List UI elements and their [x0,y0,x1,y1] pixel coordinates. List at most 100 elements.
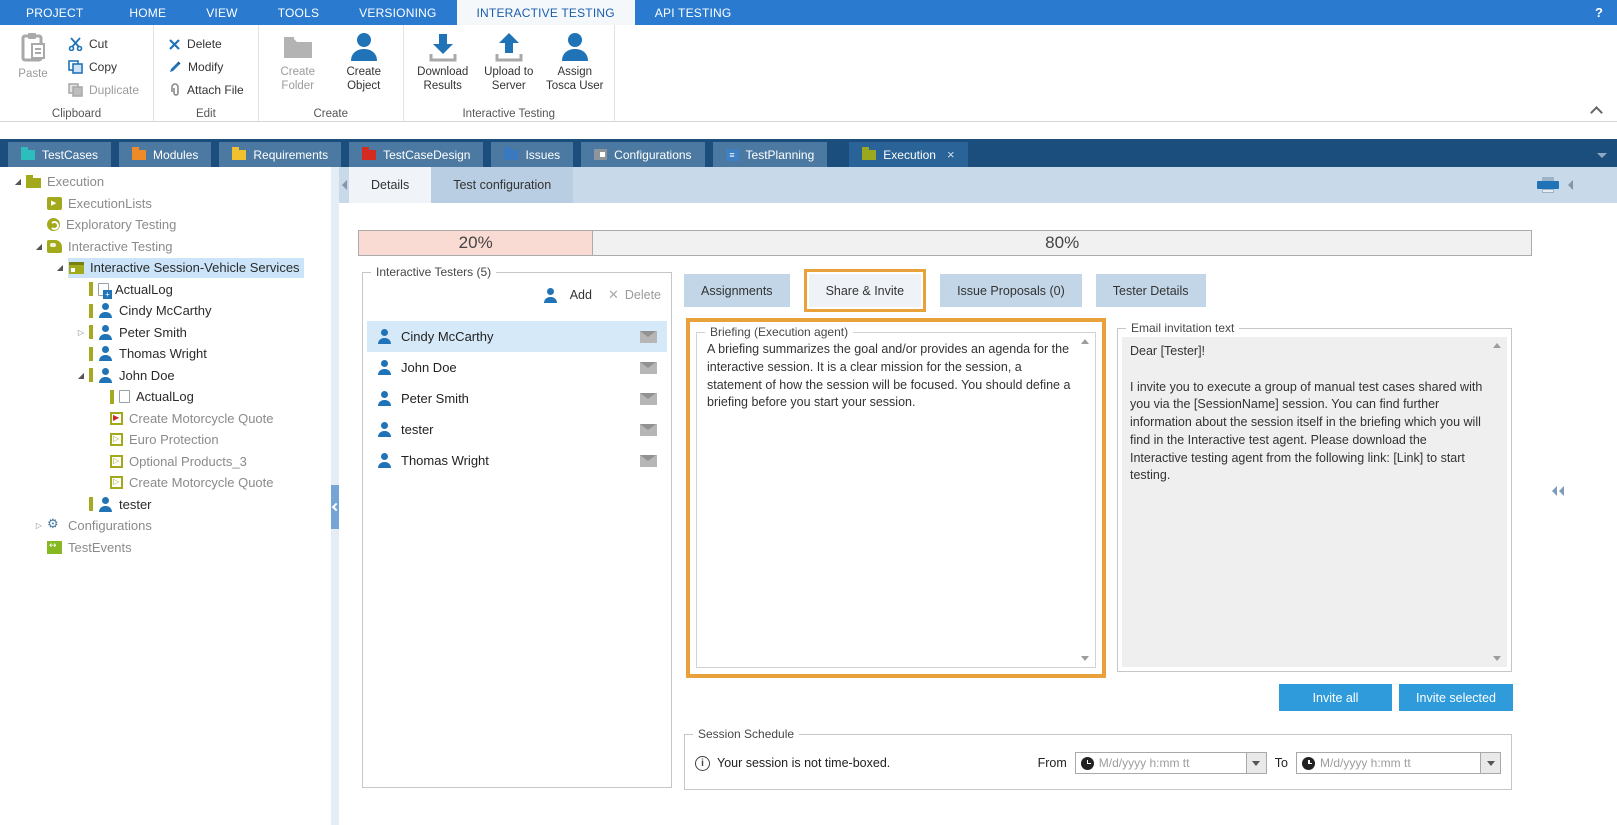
tab-share-invite[interactable]: Share & Invite [808,274,922,307]
tree-item-exploratory-testing[interactable]: Exploratory Testing [0,214,331,236]
panel-collapse-icon[interactable] [1568,180,1573,190]
collapse-panel-icon[interactable] [339,167,349,203]
mail-icon[interactable] [640,423,657,436]
mail-icon[interactable] [640,392,657,405]
copy-button[interactable]: Copy [64,57,143,77]
menu-project[interactable]: PROJECT [0,0,109,25]
tree-item-actuallog-john[interactable]: ActualLog [0,386,331,408]
expander-icon[interactable] [73,371,89,380]
add-tester-button[interactable]: Add [543,287,592,303]
assign-tosca-user-button[interactable]: Assign Tosca User [546,30,604,105]
menu-view[interactable]: VIEW [186,0,257,25]
expander-icon[interactable] [31,521,47,530]
modify-button[interactable]: Modify [164,57,248,77]
dropdown-icon[interactable] [1245,753,1266,773]
tree-item-create-motorcycle-quote-2[interactable]: Create Motorcycle Quote [0,472,331,494]
menu-versioning[interactable]: VERSIONING [339,0,456,25]
tree-item-create-motorcycle-quote-1[interactable]: Create Motorcycle Quote [0,408,331,430]
tree-item-peter-smith[interactable]: Peter Smith [0,322,331,344]
paste-button[interactable]: Paste [10,30,56,105]
collapse-ribbon-icon[interactable] [1591,107,1603,115]
tree-item-executionlists[interactable]: ExecutionLists [0,193,331,215]
tester-row-john-doe[interactable]: John Doe [367,352,667,383]
to-datetime-picker[interactable]: M/d/yyyy h:mm tt [1296,752,1501,774]
tree-item-configurations[interactable]: Configurations [0,515,331,537]
delete-button[interactable]: Delete [164,34,248,54]
scroll-up-icon[interactable] [1493,343,1501,348]
tree-item-interactive-session[interactable]: Interactive Session-Vehicle Services [0,257,331,279]
workspace-tab-testplanning[interactable]: TestPlanning [712,142,828,167]
email-textarea[interactable]: Dear [Tester]! I invite you to execute a… [1122,337,1507,667]
print-icon[interactable] [1537,177,1559,193]
tab-issue-proposals[interactable]: Issue Proposals (0) [940,274,1082,307]
download-results-button[interactable]: Download Results [414,30,472,105]
tree-item-interactive-testing[interactable]: Interactive Testing [0,236,331,258]
tab-test-configuration[interactable]: Test configuration [431,167,574,203]
create-object-button[interactable]: Create Object [335,30,393,105]
tree-item-actuallog[interactable]: ActualLog [0,279,331,301]
log-icon [98,282,112,299]
dropdown-icon[interactable] [1480,753,1500,773]
scroll-down-icon[interactable] [1081,656,1089,661]
menu-tools[interactable]: TOOLS [258,0,339,25]
person-icon [98,324,113,340]
expander-icon[interactable] [10,177,26,186]
tree-item-testevents[interactable]: TestEvents [0,537,331,559]
scroll-up-icon[interactable] [1081,339,1089,344]
from-datetime-picker[interactable]: M/d/yyyy h:mm tt [1074,752,1267,774]
tree-item-euro-protection[interactable]: Euro Protection [0,429,331,451]
tester-row-cindy-mccarthy[interactable]: Cindy McCarthy [367,321,667,352]
close-tab-icon[interactable]: × [947,147,955,162]
tester-row-tester[interactable]: tester [367,414,667,445]
tab-overflow-icon[interactable] [1597,153,1607,158]
tree-item-optional-products[interactable]: Optional Products_3 [0,451,331,473]
x-icon: ✕ [607,287,619,302]
scroll-down-icon[interactable] [1493,656,1501,661]
tree-item-john-doe[interactable]: John Doe [0,365,331,387]
ribbon-group-label: Edit [195,108,216,120]
workspace-tab-issues[interactable]: Issues [491,142,574,167]
briefing-textarea[interactable]: A briefing summarizes the goal and/or pr… [707,341,1071,412]
mail-icon[interactable] [640,330,657,343]
tree-item-thomas-wright[interactable]: Thomas Wright [0,343,331,365]
workspace-tab-testcasedesign[interactable]: TestCaseDesign [349,142,484,167]
help-icon[interactable]: ? [1581,0,1617,25]
workspace-tab-testcases[interactable]: TestCases [8,142,112,167]
workspace-tab-modules[interactable]: Modules [119,142,212,167]
tab-details[interactable]: Details [349,167,432,203]
tree-item-execution[interactable]: Execution [0,171,331,193]
tree-splitter[interactable] [331,167,339,825]
create-folder-button[interactable]: Create Folder [269,30,327,105]
person-icon [559,32,591,62]
splitter-grip[interactable] [331,485,339,529]
expander-icon[interactable] [52,263,68,272]
tree-item-tester[interactable]: tester [0,494,331,516]
mail-icon[interactable] [640,361,657,374]
tree-item-cindy-mccarthy[interactable]: Cindy McCarthy [0,300,331,322]
scrollbar[interactable] [1078,335,1093,665]
workspace-tab-execution[interactable]: Execution × [849,142,968,167]
duplicate-button[interactable]: Duplicate [64,80,143,100]
tester-row-thomas-wright[interactable]: Thomas Wright [367,445,667,476]
invite-selected-button[interactable]: Invite selected [1399,684,1513,711]
workspace-tab-configurations[interactable]: Configurations [581,142,705,167]
invite-all-button[interactable]: Invite all [1279,684,1392,711]
workspace-tab-requirements[interactable]: Requirements [219,142,342,167]
tab-tester-details[interactable]: Tester Details [1095,274,1206,307]
scrollbar[interactable] [1490,339,1505,665]
attach-file-button[interactable]: Attach File [164,80,248,100]
menu-home[interactable]: HOME [109,0,186,25]
menu-api-testing[interactable]: API TESTING [635,0,752,25]
tester-row-peter-smith[interactable]: Peter Smith [367,383,667,414]
upload-icon-button[interactable]: Upload to Server [480,30,538,105]
right-splitter-grip[interactable] [1552,480,1566,502]
cut-button[interactable]: Cut [64,34,143,54]
tab-assignments[interactable]: Assignments [684,274,790,307]
person-icon [98,346,113,362]
person-icon [98,303,113,319]
expander-icon[interactable] [73,328,89,337]
delete-tester-button[interactable]: ✕ Delete [608,287,661,303]
expander-icon[interactable] [31,242,47,251]
menu-interactive-testing[interactable]: INTERACTIVE TESTING [456,0,635,25]
mail-icon[interactable] [640,454,657,467]
